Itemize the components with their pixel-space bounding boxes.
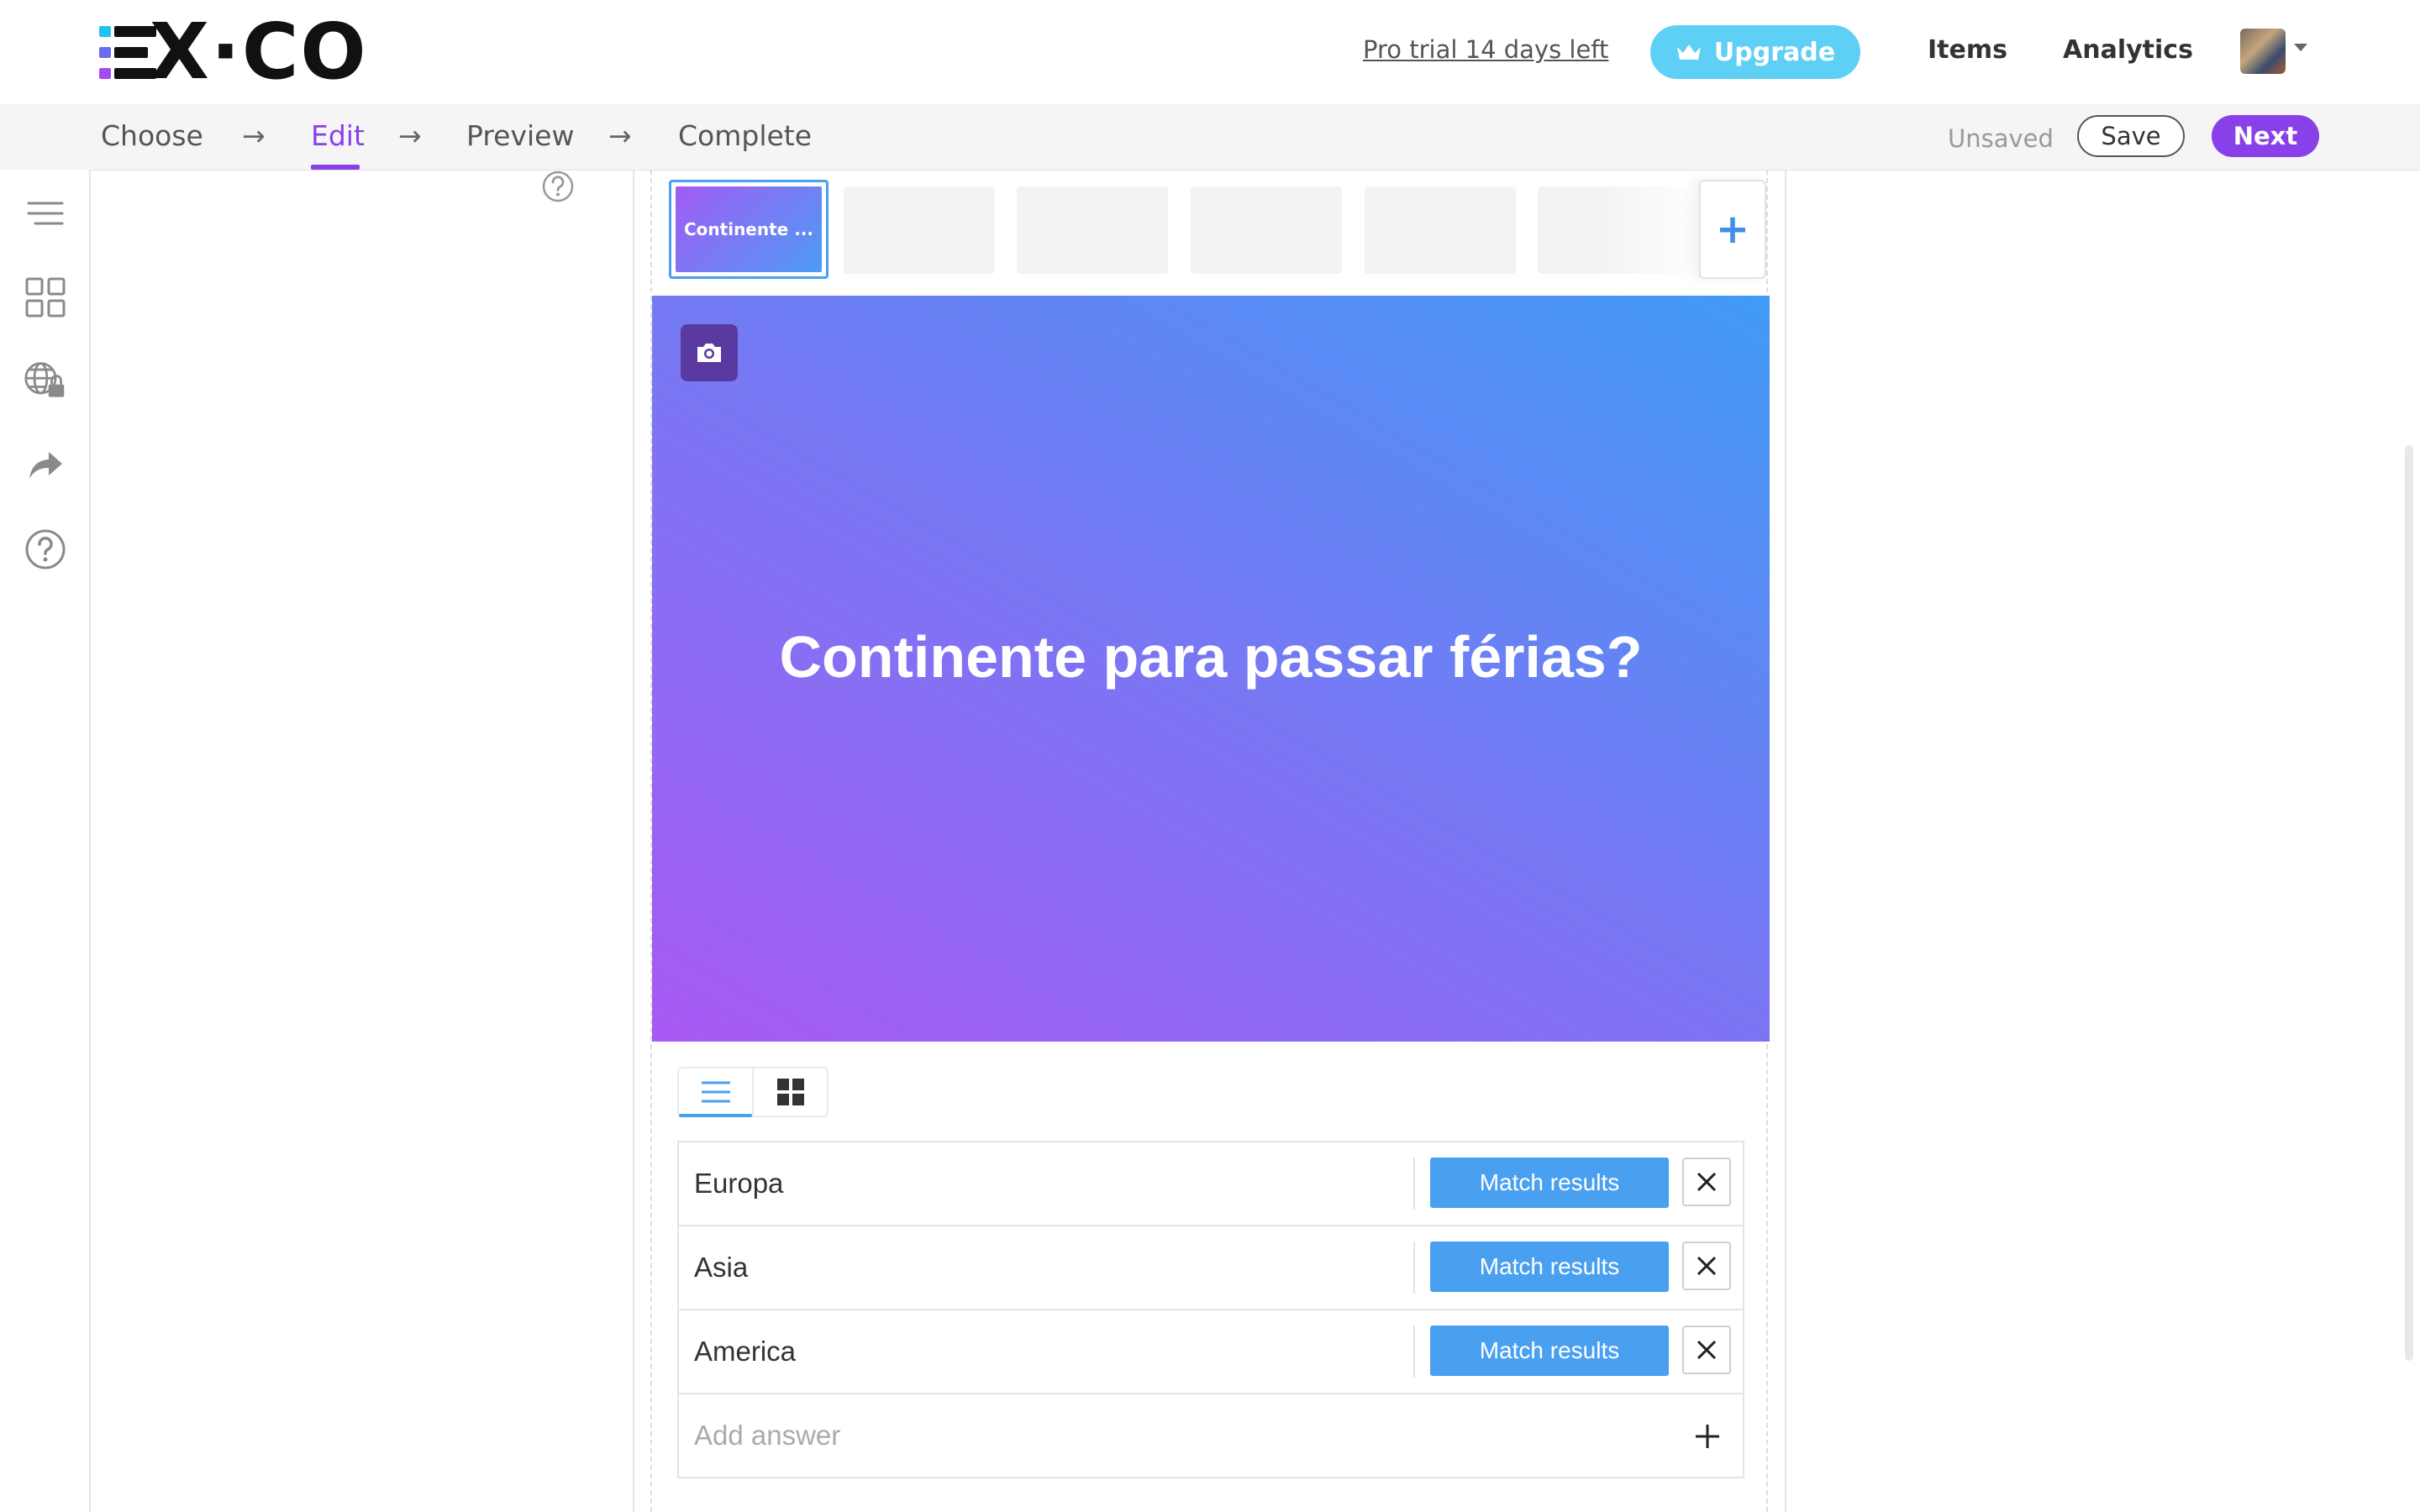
slide-thumbnail[interactable]: Continente ... [669, 180, 829, 279]
logo-mark [99, 23, 156, 81]
scrollbar[interactable] [2405, 445, 2413, 1361]
step-edit[interactable]: Edit [311, 119, 365, 152]
answer-input[interactable]: Europa [694, 1168, 783, 1200]
add-slide-button[interactable]: + [1699, 180, 1766, 279]
help-icon[interactable] [541, 170, 575, 203]
slide-thumbnail[interactable] [1365, 186, 1516, 274]
slide-thumbnail[interactable] [1191, 186, 1342, 274]
match-results-button[interactable]: Match results [1430, 1326, 1669, 1376]
question-slide[interactable]: Continente para passar férias? [652, 296, 1770, 1042]
answer-row: Asia Match results [679, 1226, 1743, 1310]
answer-input[interactable]: America [694, 1336, 796, 1368]
divider [1413, 1326, 1415, 1378]
save-status: Unsaved [1948, 124, 2054, 153]
step-choose[interactable]: Choose [101, 119, 203, 152]
trial-link[interactable]: Pro trial 14 days left [1363, 35, 1608, 64]
settings-panel [91, 170, 634, 1512]
view-toggle [677, 1067, 829, 1117]
plus-icon[interactable] [1684, 1413, 1731, 1460]
step-complete[interactable]: Complete [678, 119, 812, 152]
answer-input[interactable]: Asia [694, 1252, 748, 1284]
divider [1413, 1158, 1415, 1210]
step-arrow: → [242, 119, 266, 152]
steps-bar: Choose → Edit → Preview → Complete Unsav… [0, 104, 2420, 171]
divider [1413, 1242, 1415, 1294]
slide-thumbnail-label: Continente ... [676, 186, 822, 272]
step-preview[interactable]: Preview [466, 119, 574, 152]
grid-view-icon[interactable] [752, 1068, 827, 1116]
grid-icon[interactable] [24, 276, 67, 319]
close-icon[interactable] [1682, 1158, 1731, 1206]
next-button[interactable]: Next [2212, 115, 2319, 157]
help-icon[interactable] [24, 528, 67, 571]
upgrade-label: Upgrade [1713, 37, 1836, 67]
list-view-icon[interactable] [679, 1068, 752, 1117]
add-answer-row[interactable]: Add answer [679, 1394, 1743, 1477]
question-title[interactable]: Continente para passar férias? [652, 623, 1770, 690]
save-button[interactable]: Save [2077, 115, 2185, 157]
step-arrow: → [608, 119, 632, 152]
match-results-button[interactable]: Match results [1430, 1158, 1669, 1208]
add-answer-input[interactable]: Add answer [694, 1420, 840, 1452]
panel-divider [1785, 170, 1786, 1512]
crown-icon [1676, 45, 1701, 60]
close-icon[interactable] [1682, 1326, 1731, 1374]
answers-list: Europa Match results Asia Match results … [677, 1141, 1744, 1478]
logo-text: X·CO [150, 7, 368, 97]
slide-thumbnails: Continente ... + [669, 180, 1766, 279]
menu-icon[interactable] [24, 192, 67, 235]
answer-row: America Match results [679, 1310, 1743, 1394]
exco-logo[interactable]: X·CO [99, 13, 368, 91]
thumbnail-fade [1602, 186, 1701, 274]
top-header: X·CO Pro trial 14 days left Upgrade Item… [0, 0, 2420, 104]
slide-thumbnail[interactable] [844, 186, 995, 274]
left-sidebar [0, 170, 91, 1512]
slide-editor: Continente ... + Continente para passar … [650, 170, 1770, 1512]
slide-thumbnail[interactable] [1017, 186, 1168, 274]
chevron-down-icon[interactable] [2294, 44, 2307, 51]
camera-icon[interactable] [681, 324, 738, 381]
avatar[interactable] [2240, 29, 2286, 74]
globe-lock-icon[interactable] [24, 360, 67, 403]
nav-items[interactable]: Items [1928, 35, 2007, 65]
nav-analytics[interactable]: Analytics [2063, 35, 2193, 65]
match-results-button[interactable]: Match results [1430, 1242, 1669, 1292]
share-icon[interactable] [24, 444, 67, 487]
answer-row: Europa Match results [679, 1142, 1743, 1226]
step-arrow: → [398, 119, 422, 152]
upgrade-button[interactable]: Upgrade [1650, 25, 1860, 79]
close-icon[interactable] [1682, 1242, 1731, 1290]
plus-icon: + [1715, 206, 1750, 253]
